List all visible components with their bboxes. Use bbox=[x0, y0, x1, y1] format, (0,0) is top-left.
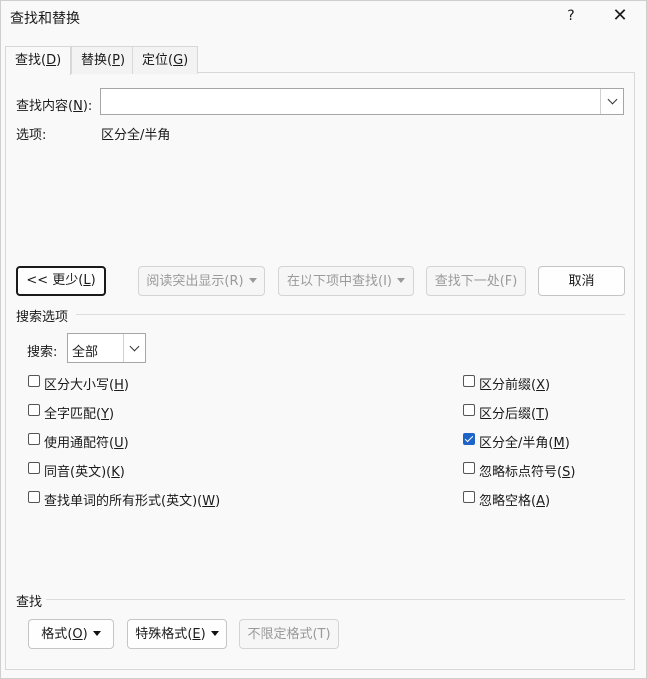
checkbox[interactable] bbox=[28, 433, 40, 445]
dialog-title: 查找和替换 bbox=[10, 11, 80, 27]
checkbox[interactable] bbox=[463, 404, 475, 416]
tab-find[interactable]: 查找(D) bbox=[5, 46, 72, 75]
search-direction-label: 搜索: bbox=[27, 345, 58, 360]
close-icon: ✕ bbox=[612, 5, 628, 26]
find-next-button[interactable]: 查找下一处(F) bbox=[426, 266, 526, 296]
checkbox-checked[interactable] bbox=[463, 433, 475, 445]
find-what-input[interactable] bbox=[101, 89, 603, 114]
dropdown-arrow-icon bbox=[396, 278, 405, 283]
format-button[interactable]: 格式(O) bbox=[28, 619, 114, 649]
tab-panel bbox=[5, 72, 635, 670]
dropdown-arrow-icon bbox=[92, 631, 101, 636]
find-history-dropdown[interactable] bbox=[600, 89, 623, 114]
help-button[interactable]: ? bbox=[558, 3, 584, 29]
divider bbox=[46, 599, 625, 600]
search-direction-dropdown[interactable] bbox=[123, 334, 145, 362]
options-value: 区分全/半角 bbox=[101, 128, 171, 143]
chevron-down-icon bbox=[607, 94, 618, 105]
search-options-title: 搜索选项 bbox=[16, 310, 69, 325]
tab-replace[interactable]: 替换(P) bbox=[71, 46, 136, 74]
find-section-title: 查找 bbox=[16, 595, 43, 610]
checkbox[interactable] bbox=[28, 404, 40, 416]
divider bbox=[76, 314, 625, 315]
chevron-down-icon bbox=[129, 341, 140, 352]
tab-goto[interactable]: 定位(G) bbox=[132, 46, 199, 74]
search-direction-select[interactable]: 全部 bbox=[67, 333, 146, 363]
find-what-combobox bbox=[100, 88, 624, 115]
checkbox[interactable] bbox=[463, 491, 475, 503]
title-bar bbox=[1, 1, 646, 33]
checkbox[interactable] bbox=[28, 375, 40, 387]
checkbox[interactable] bbox=[463, 462, 475, 474]
checkbox[interactable] bbox=[28, 462, 40, 474]
dropdown-arrow-icon bbox=[210, 631, 219, 636]
find-what-label: 查找内容(N): bbox=[16, 99, 93, 114]
options-label: 选项: bbox=[16, 128, 47, 143]
cancel-button[interactable]: 取消 bbox=[538, 266, 625, 296]
dropdown-arrow-icon bbox=[248, 278, 257, 283]
reading-highlight-button[interactable]: 阅读突出显示(R) bbox=[138, 266, 265, 296]
find-in-button[interactable]: 在以下项中查找(I) bbox=[278, 266, 414, 296]
special-format-button[interactable]: 特殊格式(E) bbox=[127, 619, 227, 649]
close-button[interactable]: ✕ bbox=[606, 3, 634, 29]
no-formatting-button[interactable]: 不限定格式(T) bbox=[239, 619, 339, 649]
checkbox[interactable] bbox=[463, 375, 475, 387]
less-button[interactable]: << 更少(L) bbox=[16, 266, 106, 296]
checkbox[interactable] bbox=[28, 491, 40, 503]
